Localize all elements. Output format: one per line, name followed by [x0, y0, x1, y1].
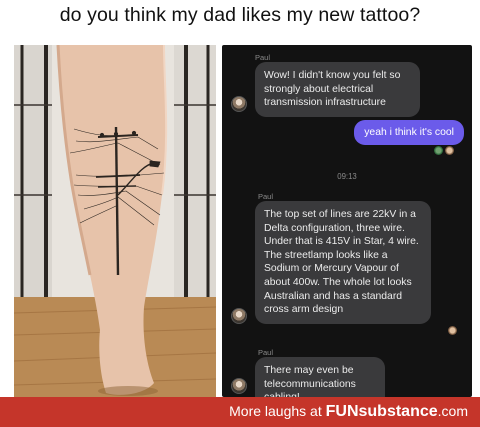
footer-brand: FUNsubstance: [325, 403, 438, 420]
footer-suffix: .com: [437, 403, 468, 419]
incoming-message: There may even be telecommunications cab…: [255, 357, 385, 397]
sender-name: Paul: [258, 348, 274, 357]
site-footer: More laughs at FUNsubstance.com: [0, 397, 480, 427]
footer-watermark: More laughs at FUNsubstance.com: [229, 403, 468, 421]
footer-prefix: More laughs at: [229, 403, 326, 419]
avatar: [231, 308, 247, 324]
incoming-message: The top set of lines are 22kV in a Delta…: [255, 201, 431, 324]
incoming-message: Wow! I didn't know you felt so strongly …: [255, 62, 420, 117]
sender-name: Paul: [258, 192, 274, 201]
tattoo-photo: [14, 45, 216, 397]
avatar: [231, 96, 247, 112]
outgoing-message: yeah i think it's cool: [354, 120, 464, 145]
seen-avatar-icon: [445, 146, 454, 155]
seen-avatar-icon: [434, 146, 443, 155]
avatar: [231, 378, 247, 394]
seen-avatar-icon: [448, 326, 457, 335]
sender-name: Paul: [255, 53, 271, 62]
message-timestamp: 09:13: [337, 172, 357, 181]
chat-screenshot: Paul Wow! I didn't know you felt so stro…: [222, 45, 472, 397]
post-title: do you think my dad likes my new tattoo?: [59, 4, 421, 26]
